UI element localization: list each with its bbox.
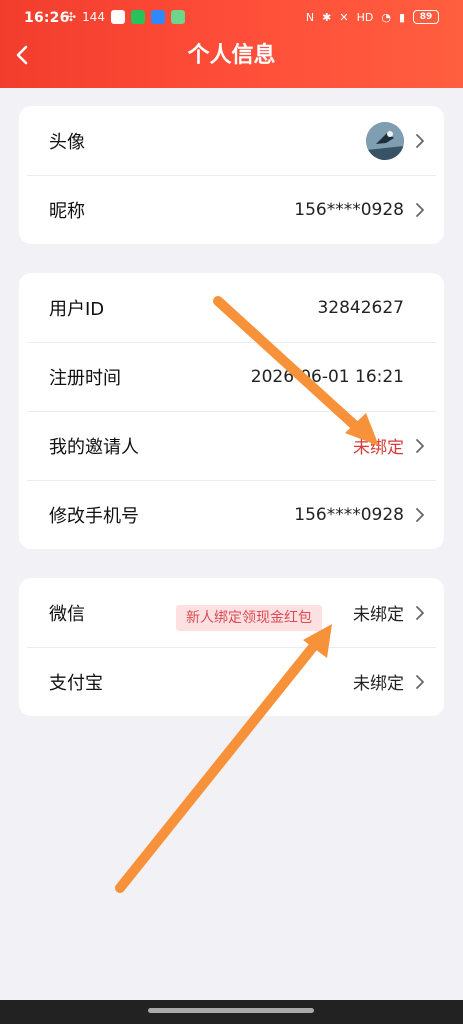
- home-indicator[interactable]: [148, 1008, 314, 1013]
- hd-icon: HD: [356, 10, 374, 24]
- avatar-row[interactable]: 头像: [19, 106, 444, 175]
- wechat-row[interactable]: 微信 新人绑定领现金红包 未绑定: [19, 578, 444, 647]
- inviter-label: 我的邀请人: [49, 436, 139, 458]
- nickname-label: 昵称: [49, 200, 85, 222]
- app3-notification-icon: [170, 10, 185, 24]
- app-notification-icon: [110, 10, 125, 24]
- network-speed: 144: [82, 10, 105, 24]
- profile-card: 头像 昵称 156****0928: [19, 106, 444, 244]
- change-phone-value: 156****0928: [294, 504, 404, 525]
- nickname-value: 156****0928: [294, 199, 404, 220]
- status-left-icons: ✣ 144: [66, 10, 185, 24]
- change-phone-label: 修改手机号: [49, 505, 139, 527]
- alipay-label: 支付宝: [49, 672, 103, 694]
- bluetooth-icon: ✱: [322, 10, 332, 24]
- page-title: 个人信息: [187, 43, 276, 68]
- alipay-right: 未绑定: [353, 669, 426, 694]
- navigation-bar: [0, 1000, 463, 1024]
- chevron-right-icon: [414, 604, 426, 622]
- binding-card: 微信 新人绑定领现金红包 未绑定 支付宝 未绑定: [19, 578, 444, 716]
- chevron-right-icon: [414, 437, 426, 455]
- account-card: 用户ID 32842627 注册时间 2026-06-01 16:21 我的邀请…: [19, 273, 444, 549]
- status-time: 16:26: [24, 10, 70, 26]
- alipay-row[interactable]: 支付宝 未绑定: [19, 647, 444, 716]
- user-id-row: 用户ID 32842627: [19, 273, 444, 342]
- register-time-row: 注册时间 2026-06-01 16:21: [19, 342, 444, 411]
- avatar: [366, 121, 404, 160]
- inviter-value: 未绑定: [353, 438, 404, 458]
- battery-icon: 89: [413, 10, 439, 24]
- chevron-right-icon: [414, 506, 426, 524]
- register-time-right: 2026-06-01 16:21: [251, 367, 426, 387]
- wechat-notification-icon: [130, 10, 145, 24]
- status-bar: 16:26 ✣ 144 N ✱ ✕ HD ◔ ▮ 89: [0, 0, 463, 36]
- chevron-right-icon: [414, 201, 426, 219]
- wechat-label: 微信: [49, 603, 85, 625]
- status-right-icons: N ✱ ✕ HD ◔ ▮ 89: [306, 10, 439, 24]
- register-time-label: 注册时间: [49, 367, 121, 389]
- nickname-right: 156****0928: [294, 200, 426, 220]
- nfc-icon: N: [305, 10, 315, 24]
- app2-notification-icon: [150, 10, 165, 24]
- inviter-right: 未绑定: [353, 433, 426, 458]
- user-id-label: 用户ID: [49, 298, 105, 320]
- mute-icon: ✕: [339, 10, 349, 24]
- wechat-right: 未绑定: [353, 600, 426, 625]
- wifi-icon: ◔: [381, 10, 391, 24]
- wechat-value: 未绑定: [353, 605, 404, 625]
- user-id-right: 32842627: [317, 298, 426, 318]
- fan-icon: ✣: [66, 10, 77, 24]
- user-id-value: 32842627: [317, 297, 404, 318]
- change-phone-row[interactable]: 修改手机号 156****0928: [19, 480, 444, 549]
- avatar-label: 头像: [49, 131, 85, 153]
- inviter-row[interactable]: 我的邀请人 未绑定: [19, 411, 444, 480]
- avatar-image-icon: [366, 121, 404, 160]
- nickname-row[interactable]: 昵称 156****0928: [19, 175, 444, 244]
- chevron-right-icon: [414, 673, 426, 691]
- header-bar: 16:26 ✣ 144 N ✱ ✕ HD ◔ ▮ 89 个人信息: [0, 0, 463, 88]
- register-time-value: 2026-06-01 16:21: [250, 366, 404, 387]
- wechat-promo-badge: 新人绑定领现金红包: [176, 605, 322, 631]
- alipay-value: 未绑定: [353, 674, 404, 694]
- chevron-right-icon: [414, 132, 426, 150]
- signal-icon: ▮: [398, 10, 405, 24]
- change-phone-right: 156****0928: [294, 505, 426, 525]
- avatar-right: [366, 121, 426, 160]
